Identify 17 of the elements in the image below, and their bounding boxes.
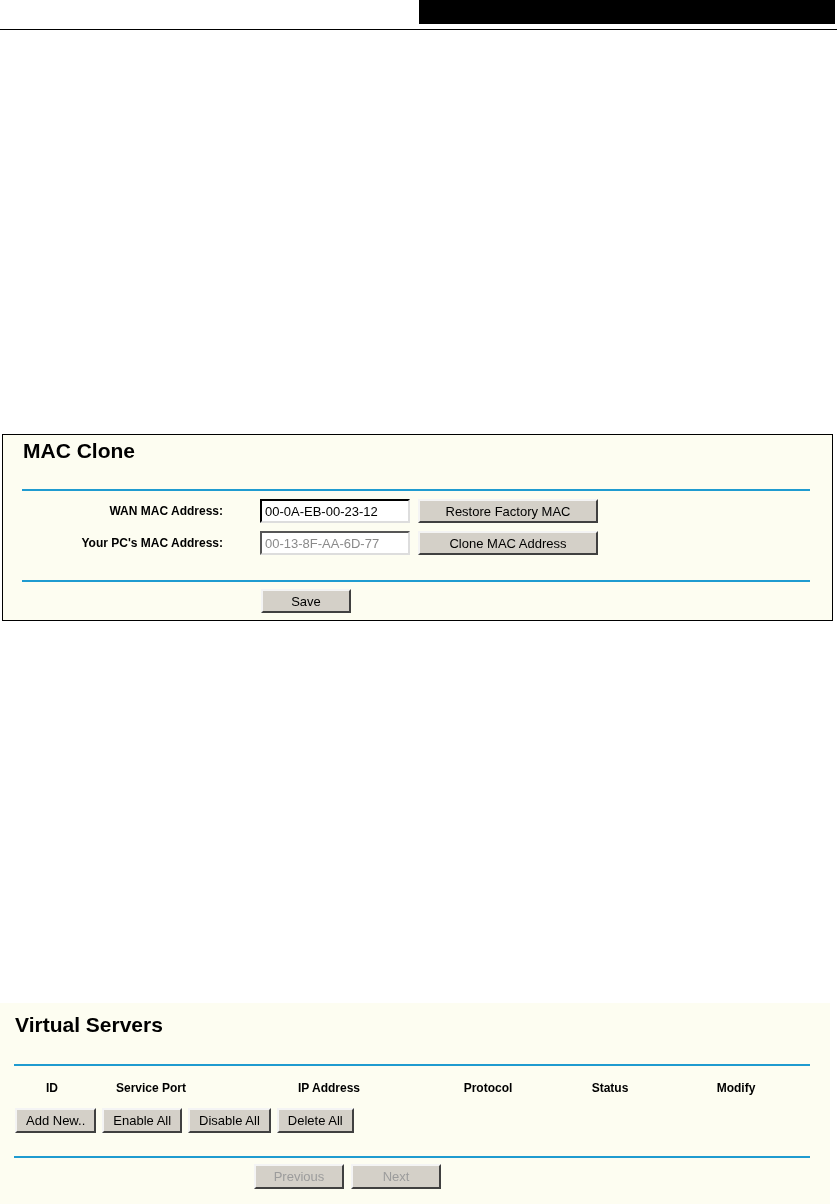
column-header: Status <box>591 1080 629 1096</box>
panel-title: MAC Clone <box>22 439 135 463</box>
mac-action-button[interactable]: Restore Factory MAC <box>418 499 598 523</box>
column-header: Modify <box>716 1080 756 1096</box>
action-button[interactable]: Delete All <box>276 1108 354 1133</box>
field-label: Your PC's MAC Address: <box>80 536 223 550</box>
column-header: Protocol <box>463 1080 513 1096</box>
panel-title: Virtual Servers <box>14 1013 163 1037</box>
mac-address-field[interactable]: 00-0A-EB-00-23-12 <box>260 499 410 523</box>
save-button[interactable]: Save <box>261 589 351 613</box>
action-button[interactable]: Add New.. <box>15 1108 97 1133</box>
column-header: ID <box>46 1080 58 1096</box>
column-header: IP Address <box>298 1080 360 1096</box>
column-header: Service Port <box>115 1080 186 1096</box>
field-label: WAN MAC Address: <box>108 504 223 518</box>
action-button[interactable]: Disable All <box>188 1108 271 1133</box>
action-button[interactable]: Enable All <box>102 1108 183 1133</box>
